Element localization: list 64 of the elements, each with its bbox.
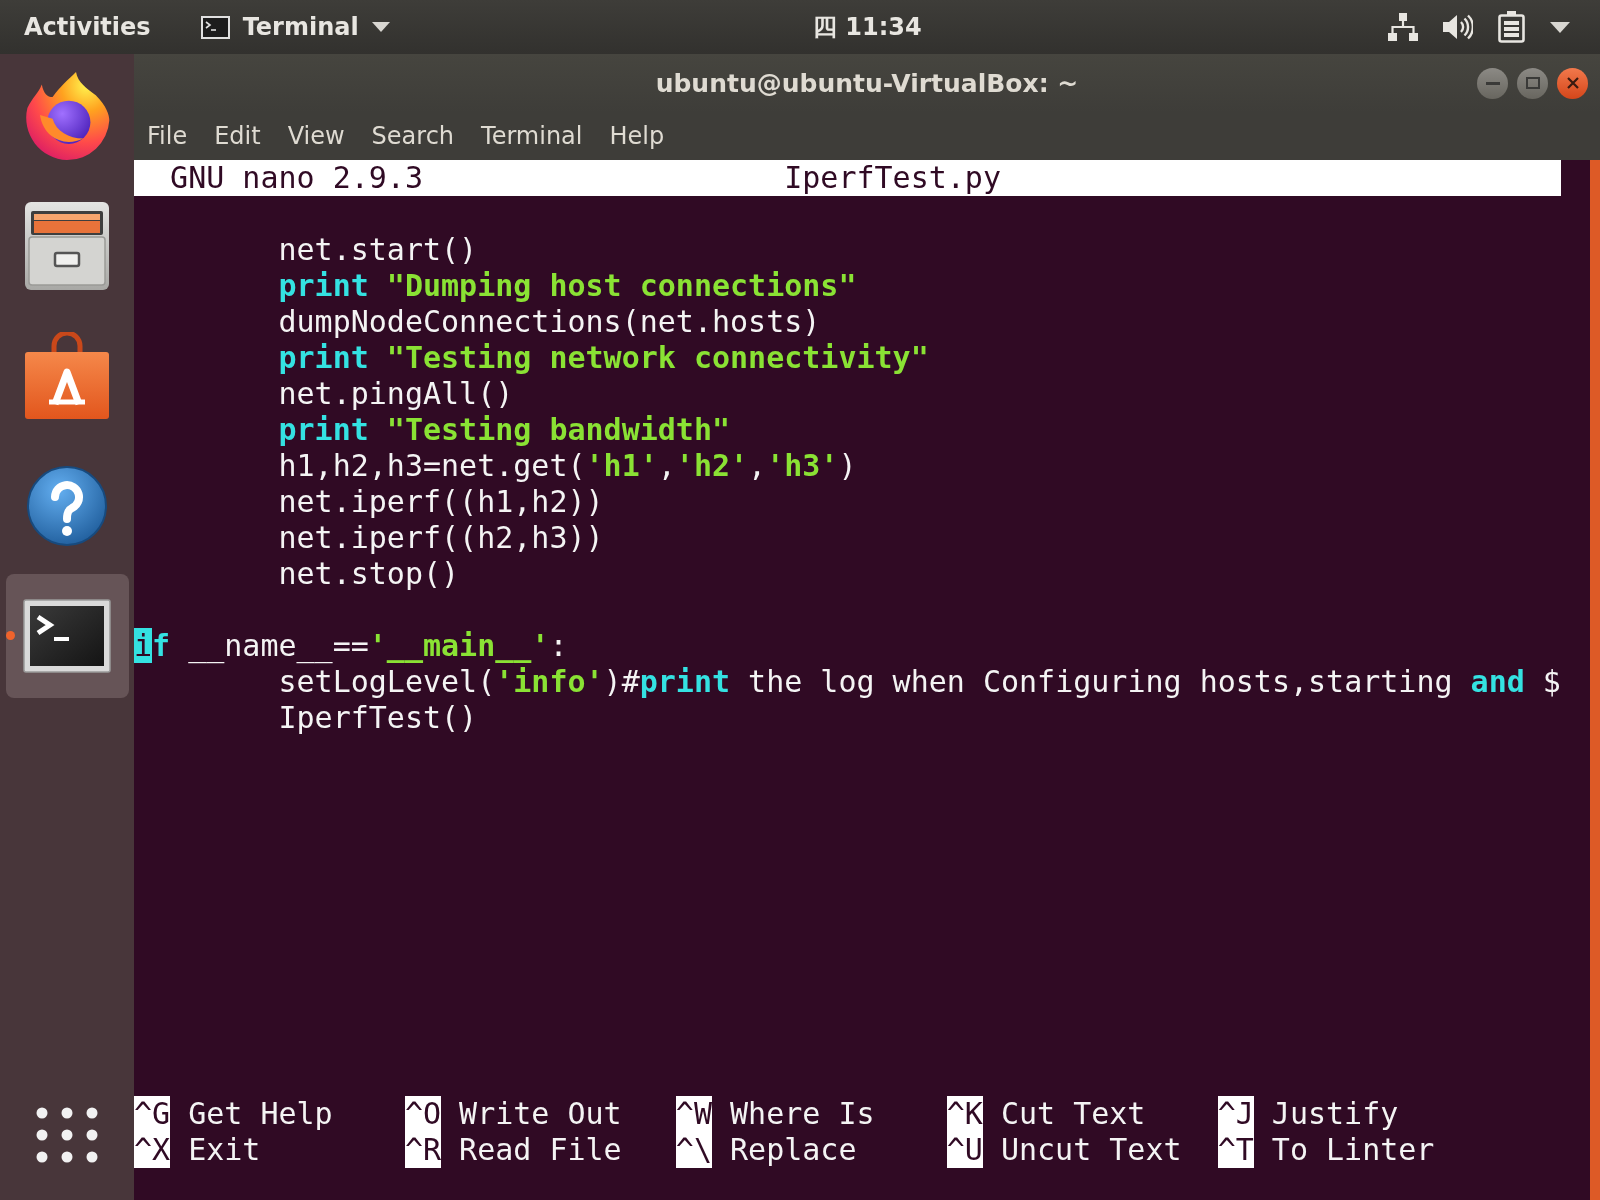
close-button[interactable] xyxy=(1557,67,1588,99)
app-menu[interactable]: Terminal xyxy=(200,13,390,41)
shopping-bag-icon[interactable] xyxy=(24,332,110,420)
shortcut-label: Uncut Text xyxy=(1000,1132,1182,1168)
battery-icon[interactable] xyxy=(1498,11,1525,43)
menu-item[interactable]: View xyxy=(287,122,345,150)
shortcut-label: Where Is xyxy=(730,1096,875,1132)
file-name: IperfTest.py xyxy=(784,160,1001,196)
code-line: h1,h2,h3=net.get('h1','h2','h3') xyxy=(278,448,857,484)
caret-icon xyxy=(371,22,390,32)
editor-version: GNU nano 2.9.3 xyxy=(170,160,423,196)
volume-icon[interactable] xyxy=(1443,14,1473,40)
shortcut-label: Read File xyxy=(459,1132,622,1168)
menu-item[interactable]: Help xyxy=(609,122,665,150)
shortcut-label: Exit xyxy=(188,1132,261,1168)
shortcut-key: ^U xyxy=(946,1132,983,1168)
dot-grid-icon[interactable] xyxy=(36,1107,98,1163)
menu-item[interactable]: Edit xyxy=(214,122,261,150)
maximize-icon xyxy=(1525,77,1540,89)
file-cabinet-icon[interactable] xyxy=(24,201,110,291)
shortcut-key: ^W xyxy=(675,1096,712,1132)
code-line: print "Testing network connectivity" xyxy=(278,340,929,376)
terminal-icon xyxy=(200,15,230,39)
shortcut-key: ^O xyxy=(404,1096,442,1132)
shortcut-key: ^R xyxy=(404,1132,442,1168)
code-line: IperfTest() xyxy=(278,700,478,736)
shortcut-label: Get Help xyxy=(188,1096,333,1132)
code-line: net.start() xyxy=(278,232,478,268)
menu-item[interactable]: Search xyxy=(371,122,455,150)
code-line: if __name__=='__main__': xyxy=(134,628,568,664)
scrollbar[interactable] xyxy=(1590,160,1600,1200)
code-line: net.iperf((h2,h3)) xyxy=(278,520,604,556)
code-line: setLogLevel('info')#print the log when Configuring hosts,starting and $ xyxy=(278,664,1561,700)
close-icon xyxy=(1566,77,1579,89)
shortcut-key: ^\ xyxy=(675,1132,712,1168)
code-line: net.iperf((h1,h2)) xyxy=(278,484,604,520)
shortcut-key: ^G xyxy=(134,1096,171,1132)
code-line: net.stop() xyxy=(278,556,460,592)
code-line: dumpNodeConnections(net.hosts) xyxy=(278,304,821,340)
shortcut-label: Replace xyxy=(730,1132,857,1168)
clock[interactable]: 四 11:34 xyxy=(813,11,922,43)
activities-button[interactable]: Activities xyxy=(24,13,151,41)
shortcut-label: Write Out xyxy=(459,1096,622,1132)
code-line: print "Testing bandwidth" xyxy=(278,412,731,448)
minimize-button[interactable] xyxy=(1477,67,1508,99)
shortcut-label: Cut Text xyxy=(1000,1096,1146,1132)
help-icon[interactable] xyxy=(27,465,107,547)
menu-item[interactable]: Terminal xyxy=(481,122,583,150)
dock-item-highlight[interactable] xyxy=(5,574,129,698)
code-line: net.pingAll() xyxy=(278,376,514,412)
menu-item[interactable]: File xyxy=(147,122,188,150)
terminal-icon[interactable] xyxy=(23,599,111,673)
network-icon[interactable] xyxy=(1388,13,1418,41)
minimize-icon xyxy=(1485,81,1500,85)
code-line: print "Dumping host connections" xyxy=(278,268,857,304)
shortcut-key: ^J xyxy=(1217,1096,1254,1132)
window-title: ubuntu@ubuntu-VirtualBox: ~ xyxy=(655,68,1079,98)
shortcut-key: ^K xyxy=(946,1096,983,1132)
shortcut-key: ^X xyxy=(134,1132,171,1168)
maximize-button[interactable] xyxy=(1517,67,1548,99)
caret-icon[interactable] xyxy=(1550,21,1570,33)
shortcut-label: To Linter xyxy=(1271,1132,1435,1168)
shortcut-label: Justify xyxy=(1271,1096,1399,1132)
shortcut-key: ^T xyxy=(1217,1132,1254,1168)
